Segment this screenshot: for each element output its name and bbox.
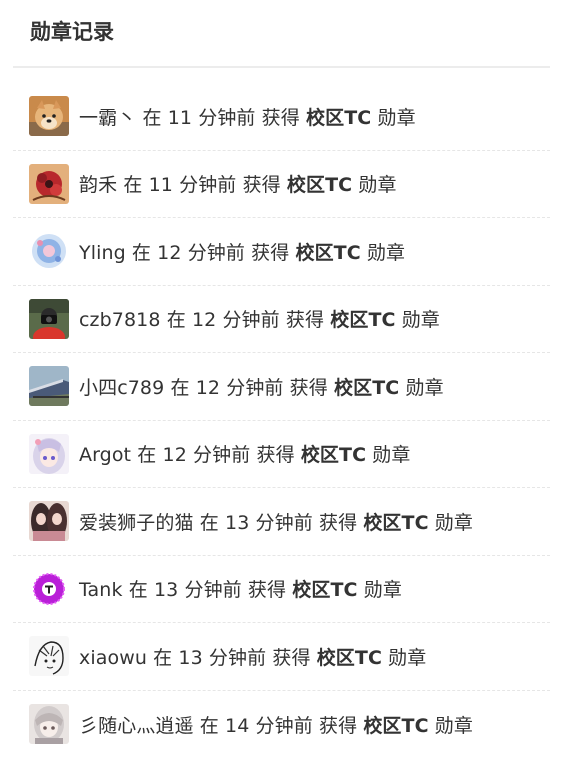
record-row: 爱装狮子的猫 在 13 分钟前 获得 校区TC 勋章 xyxy=(13,488,550,556)
record-text: 爱装狮子的猫 在 13 分钟前 获得 校区TC 勋章 xyxy=(79,511,473,534)
anime-girl-avatar[interactable] xyxy=(29,433,69,474)
records-list: 一霸丶 在 11 分钟前 获得 校区TC 勋章 韵禾 在 11 分钟前 获得 校… xyxy=(0,83,563,758)
user-link[interactable]: xiaowu xyxy=(79,647,147,669)
record-text: Argot 在 12 分钟前 获得 校区TC 勋章 xyxy=(79,444,411,467)
badge-name[interactable]: 校区TC xyxy=(292,579,357,601)
record-text: 彡随心灬逍遥 在 14 分钟前 获得 校区TC 勋章 xyxy=(79,714,473,737)
record-text: Tank 在 13 分钟前 获得 校区TC 勋章 xyxy=(79,579,402,602)
blue-circle-avatar[interactable] xyxy=(29,231,69,272)
record-text: 一霸丶 在 11 分钟前 获得 校区TC 勋章 xyxy=(79,106,416,129)
purple-t-avatar[interactable] xyxy=(29,568,69,609)
panel-title: 勋章记录 xyxy=(30,20,114,44)
badge-name[interactable]: 校区TC xyxy=(295,242,360,264)
sketch-avatar[interactable] xyxy=(29,636,69,677)
user-link[interactable]: 一霸丶 xyxy=(79,107,136,129)
pale-girl-avatar[interactable] xyxy=(29,704,69,745)
record-text: 韵禾 在 11 分钟前 获得 校区TC 勋章 xyxy=(79,174,397,197)
badge-name[interactable]: 校区TC xyxy=(287,174,352,196)
record-row: Tank 在 13 分钟前 获得 校区TC 勋章 xyxy=(13,556,550,623)
record-row: xiaowu 在 13 分钟前 获得 校区TC 勋章 xyxy=(13,623,550,691)
record-row: Yling 在 12 分钟前 获得 校区TC 勋章 xyxy=(13,218,550,286)
record-text: 小四c789 在 12 分钟前 获得 校区TC 勋章 xyxy=(79,376,444,399)
user-link[interactable]: 爱装狮子的猫 xyxy=(79,512,194,534)
badge-name[interactable]: 校区TC xyxy=(334,377,399,399)
two-girls-avatar[interactable] xyxy=(29,501,69,542)
record-row: 韵禾 在 11 分钟前 获得 校区TC 勋章 xyxy=(13,151,550,218)
badge-name[interactable]: 校区TC xyxy=(363,512,428,534)
red-flower-avatar[interactable] xyxy=(29,163,69,204)
record-row: czb7818 在 12 分钟前 获得 校区TC 勋章 xyxy=(13,286,550,353)
record-text: Yling 在 12 分钟前 获得 校区TC 勋章 xyxy=(79,241,406,264)
user-link[interactable]: Yling xyxy=(79,242,126,264)
badge-name[interactable]: 校区TC xyxy=(363,715,428,737)
badge-records-panel: 勋章记录 一霸丶 在 11 分钟前 获得 校区TC 勋章 韵禾 在 11 分钟前… xyxy=(0,0,563,758)
record-text: czb7818 在 12 分钟前 获得 校区TC 勋章 xyxy=(79,309,440,332)
train-avatar[interactable] xyxy=(29,366,69,407)
badge-name[interactable]: 校区TC xyxy=(317,647,382,669)
record-row: 彡随心灬逍遥 在 14 分钟前 获得 校区TC 勋章 xyxy=(13,691,550,758)
user-link[interactable]: czb7818 xyxy=(79,309,161,331)
record-row: 一霸丶 在 11 分钟前 获得 校区TC 勋章 xyxy=(13,83,550,151)
record-row: Argot 在 12 分钟前 获得 校区TC 勋章 xyxy=(13,421,550,488)
user-link[interactable]: 韵禾 xyxy=(79,174,117,196)
record-row: 小四c789 在 12 分钟前 获得 校区TC 勋章 xyxy=(13,353,550,421)
user-link[interactable]: Tank xyxy=(79,579,123,601)
dog-avatar[interactable] xyxy=(29,96,69,137)
badge-name[interactable]: 校区TC xyxy=(330,309,395,331)
title-divider xyxy=(13,66,550,68)
user-link[interactable]: 小四c789 xyxy=(79,377,164,399)
badge-name[interactable]: 校区TC xyxy=(301,444,366,466)
photographer-avatar[interactable] xyxy=(29,298,69,339)
badge-name[interactable]: 校区TC xyxy=(306,107,371,129)
user-link[interactable]: 彡随心灬逍遥 xyxy=(79,715,194,737)
user-link[interactable]: Argot xyxy=(79,444,131,466)
record-text: xiaowu 在 13 分钟前 获得 校区TC 勋章 xyxy=(79,646,427,669)
